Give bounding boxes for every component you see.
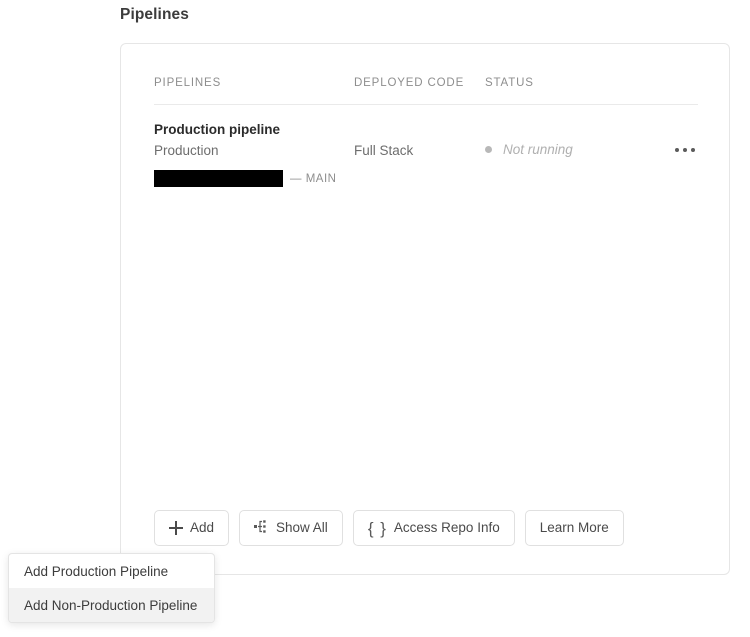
- redacted-repository-name: [154, 170, 283, 187]
- column-header-pipelines: PIPELINES: [154, 77, 222, 89]
- branch-label: — MAIN: [290, 172, 337, 185]
- access-repo-info-button[interactable]: { } Access Repo Info: [352, 510, 515, 546]
- menu-item-add-non-production-pipeline[interactable]: Add Non-Production Pipeline: [9, 588, 214, 622]
- pipelines-card: PIPELINES DEPLOYED CODE STATUS Productio…: [120, 43, 730, 575]
- tree-branch-icon: [254, 519, 269, 537]
- row-options-button[interactable]: [668, 140, 702, 160]
- plus-icon: [169, 521, 183, 535]
- add-button-label: Add: [190, 520, 215, 536]
- column-header-deployed-code: DEPLOYED CODE: [354, 77, 465, 89]
- learn-more-button-label: Learn More: [539, 520, 609, 536]
- menu-item-add-production-pipeline[interactable]: Add Production Pipeline: [9, 554, 214, 588]
- pipeline-deployed-code: Full Stack: [354, 143, 414, 158]
- show-all-button-label: Show All: [276, 520, 328, 536]
- access-repo-info-button-label: Access Repo Info: [393, 520, 500, 536]
- repository-branch-line: — MAIN: [154, 170, 336, 187]
- page-title: Pipelines: [120, 6, 189, 23]
- pipeline-actions-toolbar: Add Show All { } Access Repo Info Learn …: [154, 510, 624, 546]
- show-all-button[interactable]: Show All: [239, 510, 343, 546]
- pipeline-name: Production pipeline: [154, 122, 281, 137]
- curly-braces-icon: { }: [367, 518, 387, 538]
- pipeline-environment: Production: [154, 143, 219, 158]
- column-header-status: STATUS: [485, 77, 534, 89]
- status-dot-icon: [485, 146, 492, 153]
- add-pipeline-dropdown: Add Production Pipeline Add Non-Producti…: [8, 553, 215, 623]
- kebab-dot-3: [690, 147, 696, 153]
- learn-more-button[interactable]: Learn More: [524, 510, 624, 546]
- status-badge: Not running: [485, 142, 573, 157]
- kebab-dot-1: [674, 147, 680, 153]
- add-button[interactable]: Add: [154, 510, 230, 546]
- table-header: PIPELINES DEPLOYED CODE STATUS: [154, 77, 698, 105]
- status-label: Not running: [503, 142, 573, 157]
- kebab-dot-2: [682, 147, 688, 153]
